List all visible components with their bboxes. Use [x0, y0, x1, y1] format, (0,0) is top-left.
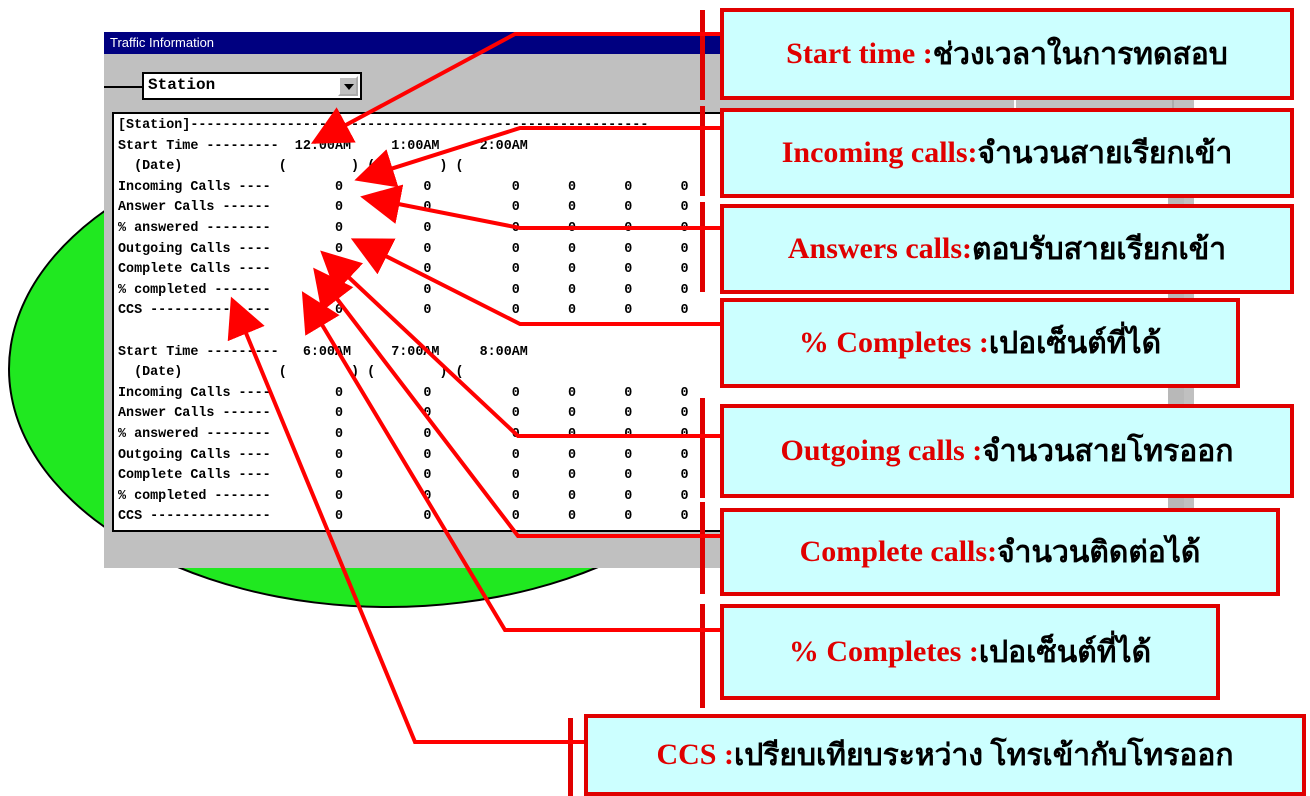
arrow-start-time	[310, 32, 720, 144]
callout-desc: จำนวนสายเรียกเข้า	[977, 136, 1233, 170]
callout-complete-calls: Complete calls: จำนวนติดต่อได้	[720, 508, 1280, 596]
callout-term: Answers calls:	[787, 232, 972, 265]
callout-incoming-calls: Incoming calls: จำนวนสายเรียกเข้า	[720, 108, 1294, 198]
arrow-ccs	[227, 296, 590, 744]
callout-term: CCS :	[656, 738, 734, 771]
arrow-outgoing-calls	[320, 250, 720, 438]
callout-answer-calls: Answers calls: ตอบรับสายเรียกเข้า	[720, 204, 1294, 294]
callout-outgoing-calls: Outgoing calls : จำนวนสายโทรออก	[720, 404, 1294, 498]
callout-term: Outgoing calls :	[780, 434, 983, 467]
arrow-answered-percent	[350, 238, 720, 326]
callout-desc: เปอเซ็นต์ที่ได้	[978, 635, 1152, 669]
callout-term: Start time :	[786, 37, 933, 70]
callout-desc: ตอบรับสายเรียกเข้า	[972, 232, 1227, 266]
callout-desc: เปรียบเทียบระหว่าง โทรเข้ากับโทรออก	[733, 738, 1234, 772]
callout-percent-completes-1: % Completes : เปอเซ็นต์ที่ได้	[720, 298, 1240, 388]
callout-term: Incoming calls:	[781, 136, 978, 169]
callout-percent-completes-2: % Completes : เปอเซ็นต์ที่ได้	[720, 604, 1220, 700]
callout-desc: เปอเซ็นต์ที่ได้	[988, 326, 1162, 360]
callout-ccs: CCS : เปรียบเทียบระหว่าง โทรเข้ากับโทรออ…	[584, 714, 1306, 796]
callout-term: % Completes :	[798, 326, 989, 359]
callout-desc: ช่วงเวลาในการทดสอบ	[932, 37, 1228, 71]
arrow-incoming-calls	[354, 126, 720, 188]
callout-start-time: Start time : ช่วงเวลาในการทดสอบ	[720, 8, 1294, 100]
callout-desc: จำนวนสายโทรออก	[982, 434, 1234, 468]
arrow-completed-percent	[301, 291, 720, 632]
callout-term: % Completes :	[788, 635, 979, 668]
arrow-complete-calls	[313, 267, 720, 538]
arrow-answer-calls	[360, 184, 720, 230]
callout-term: Complete calls:	[799, 535, 998, 568]
callout-desc: จำนวนติดต่อได้	[997, 535, 1201, 569]
